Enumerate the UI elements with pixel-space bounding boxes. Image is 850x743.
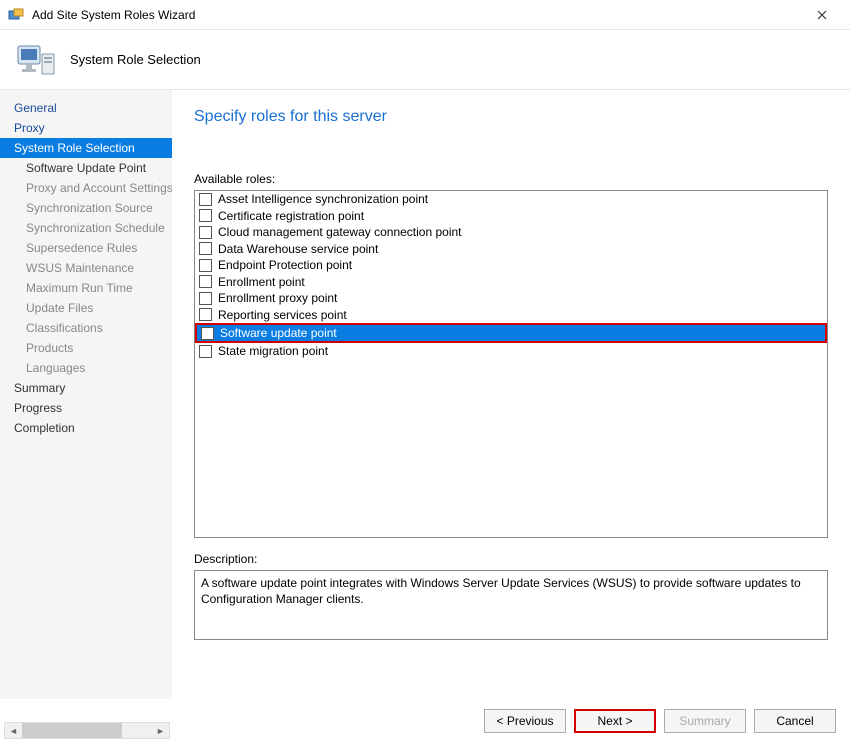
title-bar: Add Site System Roles Wizard xyxy=(0,0,850,30)
nav-item[interactable]: Progress xyxy=(0,398,172,418)
server-icon xyxy=(14,40,58,80)
window-title: Add Site System Roles Wizard xyxy=(32,8,802,22)
nav-item[interactable]: Synchronization Source xyxy=(0,198,172,218)
scroll-left-arrow-icon[interactable]: ◄ xyxy=(5,723,22,738)
role-row[interactable]: Asset Intelligence synchronization point xyxy=(195,191,827,208)
nav-item[interactable]: Summary xyxy=(0,378,172,398)
role-label: Certificate registration point xyxy=(218,208,364,224)
scroll-thumb[interactable] xyxy=(22,723,122,738)
nav-item[interactable]: Proxy xyxy=(0,118,172,138)
role-label: Software update point xyxy=(220,325,337,341)
role-label: Enrollment proxy point xyxy=(218,290,337,306)
nav-item[interactable]: WSUS Maintenance xyxy=(0,258,172,278)
role-checkbox[interactable] xyxy=(199,259,212,272)
app-icon xyxy=(8,7,24,23)
nav-item[interactable]: Completion xyxy=(0,418,172,438)
summary-button[interactable]: Summary xyxy=(664,709,746,733)
nav-item[interactable]: Software Update Point xyxy=(0,158,172,178)
nav-item[interactable]: Products xyxy=(0,338,172,358)
close-button[interactable] xyxy=(802,1,842,29)
role-checkbox[interactable] xyxy=(199,193,212,206)
previous-button[interactable]: < Previous xyxy=(484,709,566,733)
main-panel: Specify roles for this server Available … xyxy=(172,90,850,699)
wizard-body: GeneralProxySystem Role SelectionSoftwar… xyxy=(0,90,850,699)
description-text: A software update point integrates with … xyxy=(194,570,828,640)
wizard-header: System Role Selection xyxy=(0,30,850,90)
nav-item[interactable]: Supersedence Rules xyxy=(0,238,172,258)
role-row[interactable]: Certificate registration point xyxy=(195,208,827,225)
role-checkbox[interactable] xyxy=(199,275,212,288)
nav-item[interactable]: System Role Selection xyxy=(0,138,172,158)
role-label: Cloud management gateway connection poin… xyxy=(218,224,462,240)
role-checkbox[interactable]: ✓ xyxy=(201,327,214,340)
role-row[interactable]: Endpoint Protection point xyxy=(195,257,827,274)
sidebar-horizontal-scrollbar[interactable]: ◄ ► xyxy=(4,722,170,739)
role-checkbox[interactable] xyxy=(199,345,212,358)
role-label: Asset Intelligence synchronization point xyxy=(218,191,428,207)
nav-item[interactable]: Maximum Run Time xyxy=(0,278,172,298)
nav-item[interactable]: Languages xyxy=(0,358,172,378)
role-row[interactable]: State migration point xyxy=(195,343,827,360)
nav-item[interactable]: Update Files xyxy=(0,298,172,318)
nav-item[interactable]: Proxy and Account Settings xyxy=(0,178,172,198)
role-row[interactable]: ✓ Software update point xyxy=(195,323,827,343)
header-title: System Role Selection xyxy=(70,52,201,67)
role-label: Data Warehouse service point xyxy=(218,241,378,257)
role-label: State migration point xyxy=(218,343,328,359)
scroll-right-arrow-icon[interactable]: ► xyxy=(152,723,169,738)
role-row[interactable]: Cloud management gateway connection poin… xyxy=(195,224,827,241)
nav-item[interactable]: General xyxy=(0,98,172,118)
next-button[interactable]: Next > xyxy=(574,709,656,733)
nav-item[interactable]: Classifications xyxy=(0,318,172,338)
role-row[interactable]: Reporting services point xyxy=(195,307,827,324)
role-checkbox[interactable] xyxy=(199,242,212,255)
cancel-button[interactable]: Cancel xyxy=(754,709,836,733)
available-roles-list[interactable]: Asset Intelligence synchronization point… xyxy=(194,190,828,538)
role-row[interactable]: Data Warehouse service point xyxy=(195,241,827,258)
role-row[interactable]: Enrollment proxy point xyxy=(195,290,827,307)
role-row[interactable]: Enrollment point xyxy=(195,274,827,291)
role-checkbox[interactable] xyxy=(199,209,212,222)
role-checkbox[interactable] xyxy=(199,226,212,239)
available-roles-label: Available roles: xyxy=(194,172,828,186)
wizard-nav: GeneralProxySystem Role SelectionSoftwar… xyxy=(0,90,172,699)
nav-item[interactable]: Synchronization Schedule xyxy=(0,218,172,238)
page-title: Specify roles for this server xyxy=(194,108,828,126)
role-label: Endpoint Protection point xyxy=(218,257,352,273)
role-checkbox[interactable] xyxy=(199,292,212,305)
scroll-track[interactable] xyxy=(22,723,152,738)
role-label: Reporting services point xyxy=(218,307,347,323)
description-label: Description: xyxy=(194,552,828,566)
role-label: Enrollment point xyxy=(218,274,305,290)
role-checkbox[interactable] xyxy=(199,308,212,321)
